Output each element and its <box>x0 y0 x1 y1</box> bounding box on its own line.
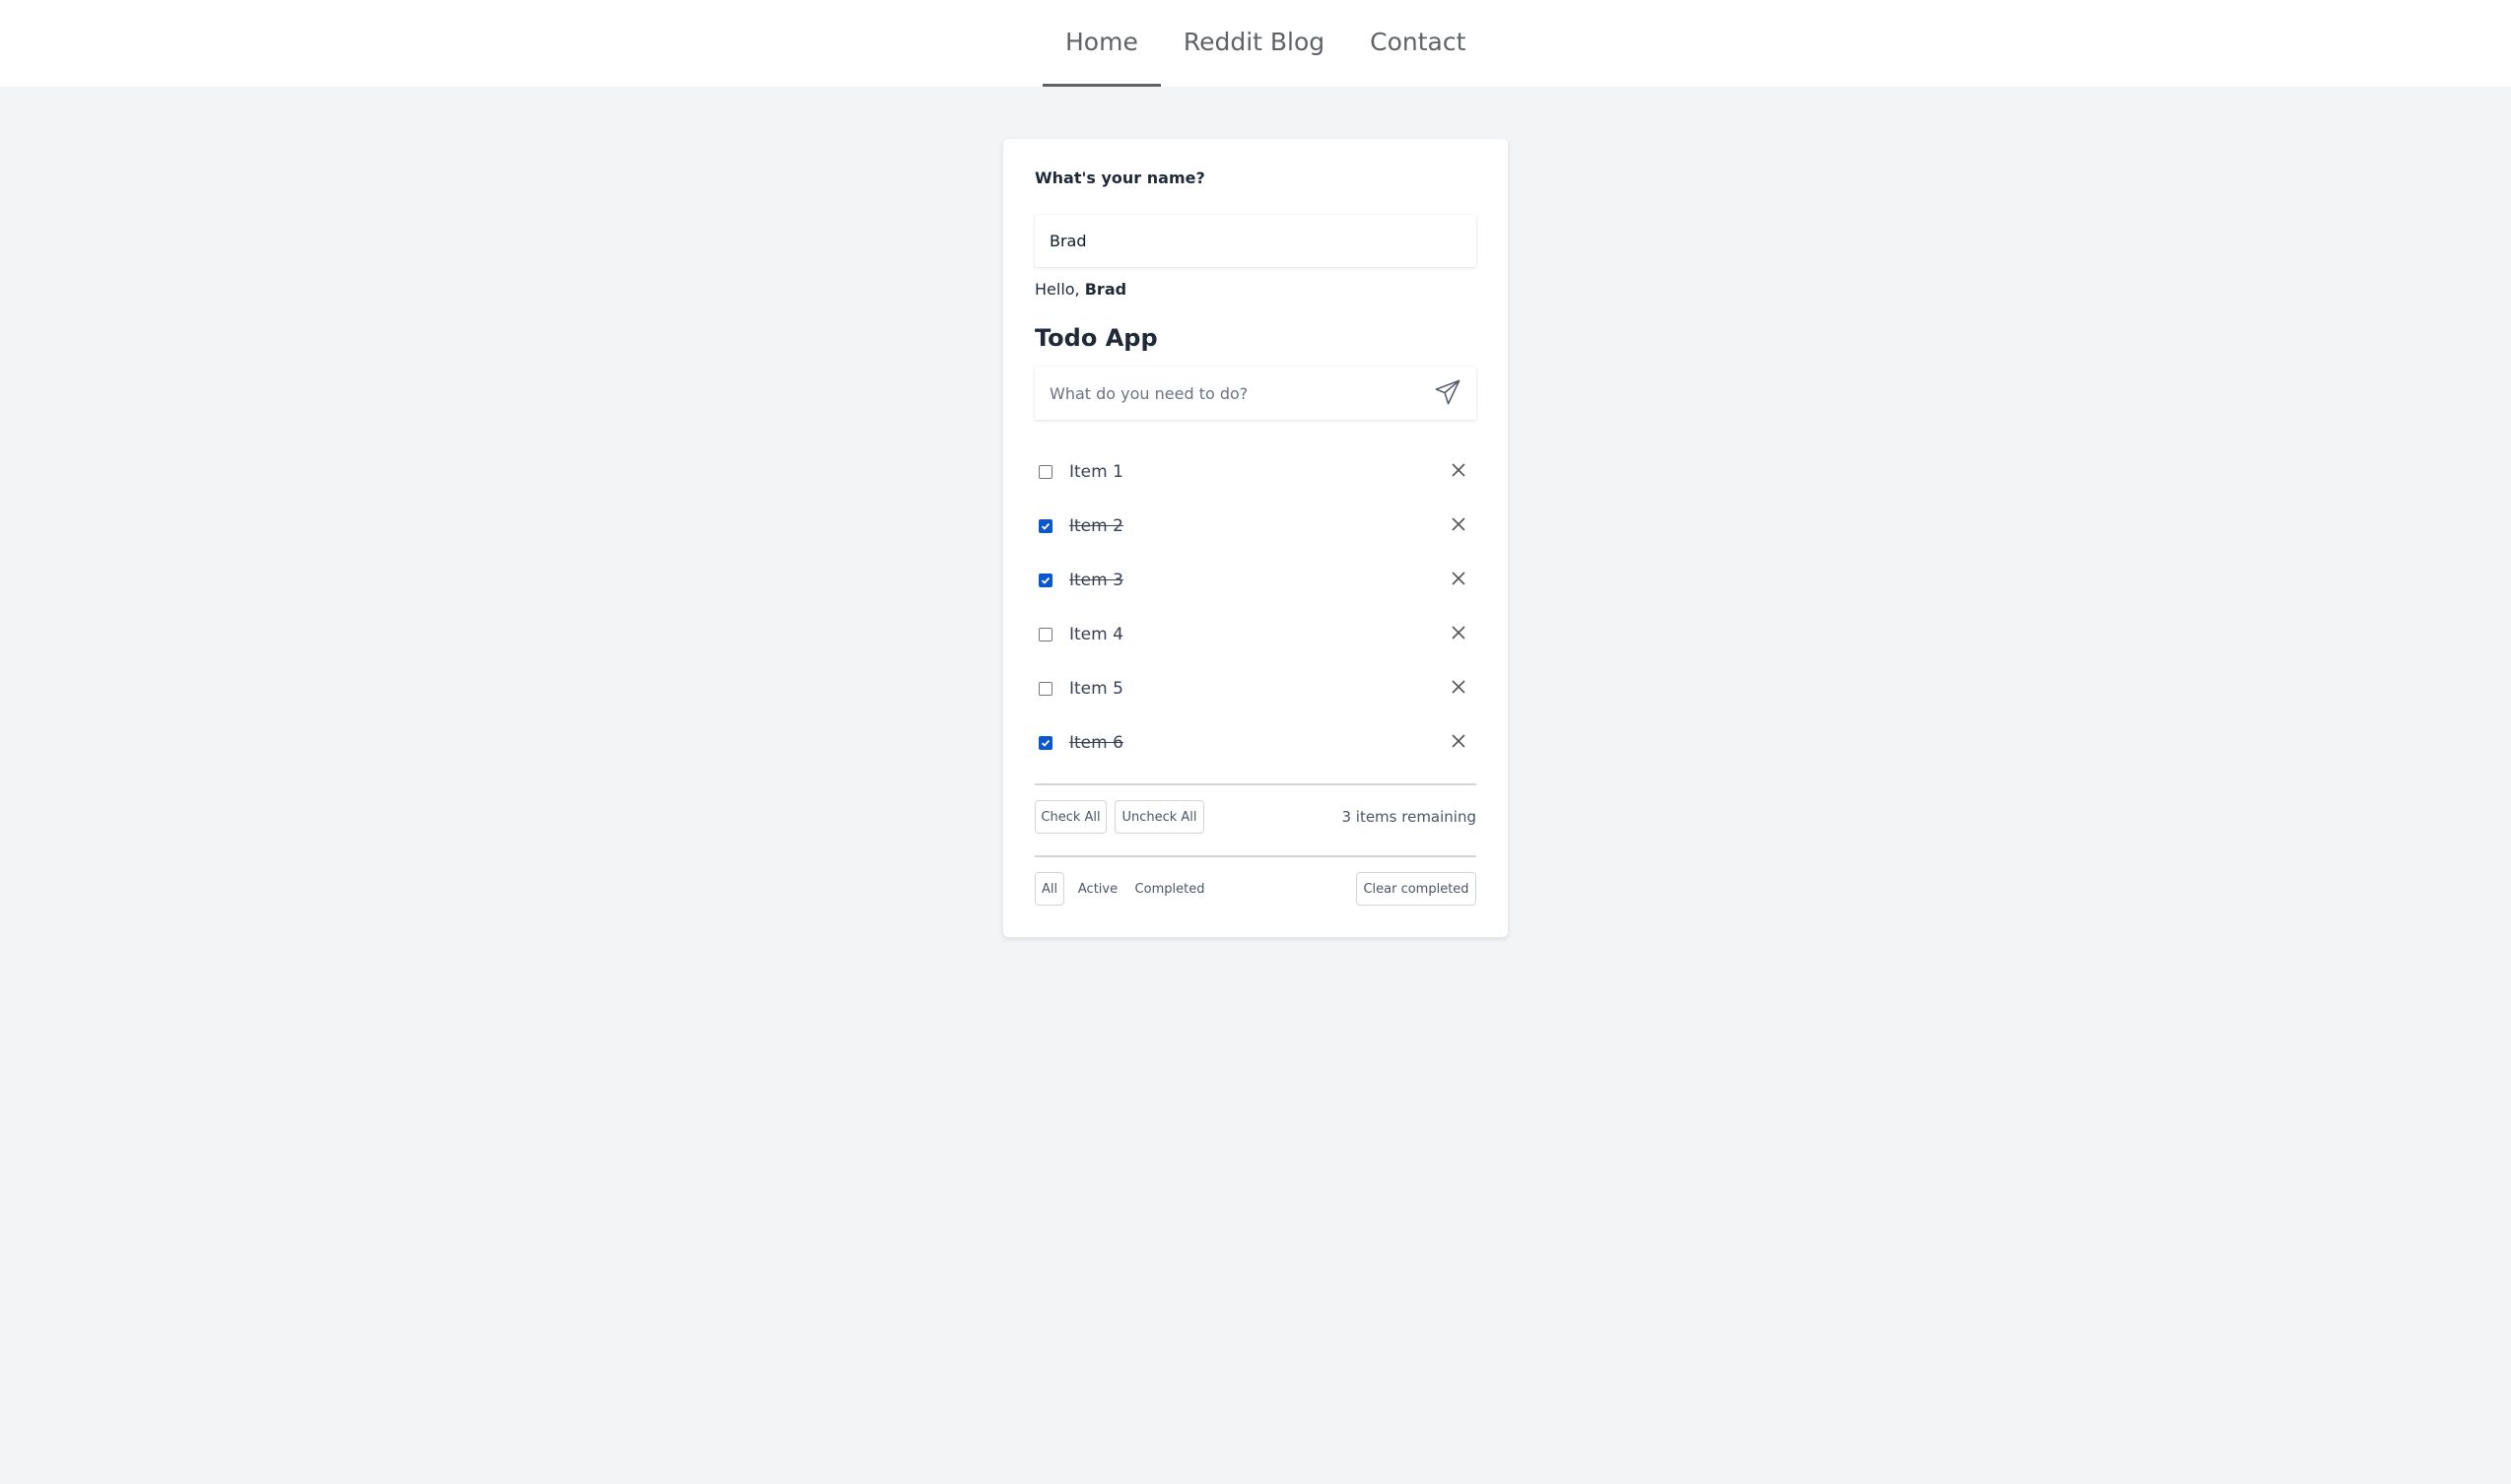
close-icon <box>1451 679 1466 699</box>
divider <box>1035 783 1476 785</box>
close-icon <box>1451 625 1466 644</box>
main-nav: Home Reddit Blog Contact <box>1043 0 1488 87</box>
filter-active[interactable]: Active <box>1072 872 1123 906</box>
uncheck-all-button[interactable]: Uncheck All <box>1115 800 1204 834</box>
name-label: What's your name? <box>1035 169 1205 187</box>
delete-todo-button[interactable] <box>1441 725 1476 761</box>
delete-todo-button[interactable] <box>1441 563 1476 598</box>
paper-plane-icon <box>1434 378 1461 409</box>
name-input[interactable] <box>1035 215 1476 267</box>
top-header: Home Reddit Blog Contact <box>0 0 2511 87</box>
todo-label: Item 6 <box>1069 732 1123 753</box>
todo-list: Item 1 Item 2 Item 3 Item 4 Item 5 Item … <box>1035 444 1476 770</box>
close-icon <box>1451 462 1466 482</box>
todo-title: Todo App <box>1035 324 1158 352</box>
todo-checkbox[interactable] <box>1039 573 1052 587</box>
app-card: What's your name? Hello, Brad Todo App I… <box>1003 139 1508 937</box>
add-todo-button[interactable] <box>1430 375 1465 411</box>
filter-completed[interactable]: Completed <box>1127 872 1212 906</box>
close-icon <box>1451 571 1466 590</box>
todo-item: Item 6 <box>1035 715 1476 770</box>
todo-checkbox[interactable] <box>1039 627 1052 641</box>
filter-all[interactable]: All <box>1035 872 1064 906</box>
todo-item: Item 1 <box>1035 444 1476 499</box>
greeting: Hello, Brad <box>1035 280 1126 299</box>
items-remaining: 3 items remaining <box>1341 808 1476 826</box>
nav-reddit-blog[interactable]: Reddit Blog <box>1161 0 1347 87</box>
nav-home[interactable]: Home <box>1043 0 1161 87</box>
todo-label: Item 2 <box>1069 515 1123 536</box>
delete-todo-button[interactable] <box>1441 671 1476 707</box>
todo-label: Item 4 <box>1069 624 1123 644</box>
todo-item: Item 3 <box>1035 553 1476 607</box>
nav-contact[interactable]: Contact <box>1347 0 1488 87</box>
greeting-name: Brad <box>1084 280 1127 299</box>
todo-checkbox[interactable] <box>1039 735 1052 750</box>
clear-completed-button[interactable]: Clear completed <box>1356 872 1476 906</box>
todo-checkbox[interactable] <box>1039 464 1052 479</box>
greeting-prefix: Hello, <box>1035 280 1085 299</box>
delete-todo-button[interactable] <box>1441 617 1476 652</box>
close-icon <box>1451 516 1466 536</box>
close-icon <box>1451 733 1466 753</box>
todo-item: Item 5 <box>1035 661 1476 715</box>
todo-label: Item 5 <box>1069 678 1123 699</box>
todo-label: Item 1 <box>1069 461 1123 482</box>
divider <box>1035 855 1476 857</box>
todo-item: Item 2 <box>1035 499 1476 553</box>
todo-checkbox[interactable] <box>1039 518 1052 533</box>
delete-todo-button[interactable] <box>1441 508 1476 544</box>
todo-item: Item 4 <box>1035 607 1476 661</box>
todo-label: Item 3 <box>1069 570 1123 590</box>
new-todo-input[interactable] <box>1035 367 1476 420</box>
delete-todo-button[interactable] <box>1441 454 1476 490</box>
todo-checkbox[interactable] <box>1039 681 1052 696</box>
check-all-button[interactable]: Check All <box>1035 800 1107 834</box>
